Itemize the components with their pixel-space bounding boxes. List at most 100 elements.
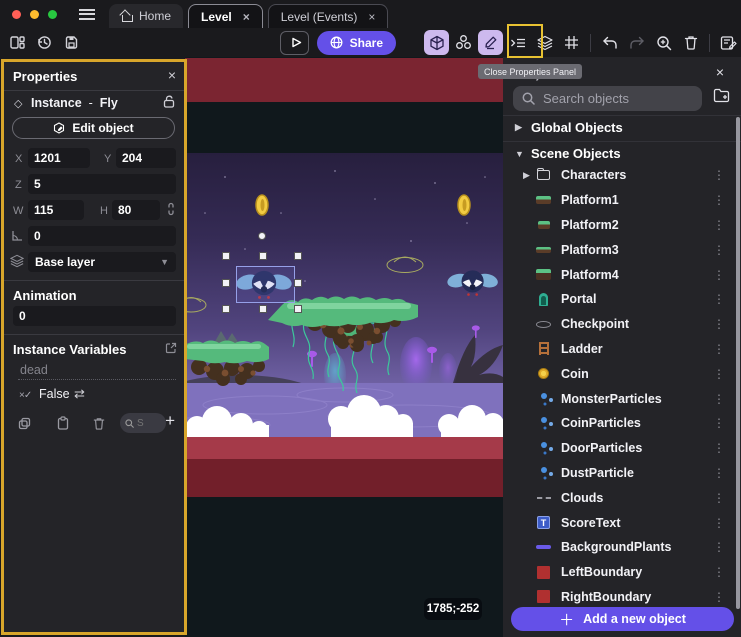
layers-icon[interactable] — [532, 30, 557, 55]
undo-icon[interactable] — [597, 30, 622, 55]
kebab-menu-icon[interactable]: ⋮ — [713, 367, 725, 381]
kebab-menu-icon[interactable]: ⋮ — [713, 565, 725, 579]
selection-rectangle[interactable] — [236, 266, 295, 303]
wireframe-object[interactable] — [185, 298, 206, 313]
kebab-menu-icon[interactable]: ⋮ — [713, 491, 725, 505]
kebab-menu-icon[interactable]: ⋮ — [713, 243, 725, 257]
animation-input[interactable] — [13, 306, 176, 326]
variables-search[interactable] — [120, 413, 166, 433]
object-row-coin[interactable]: Coin ⋮ — [503, 361, 741, 386]
kebab-menu-icon[interactable]: ⋮ — [713, 218, 725, 232]
close-icon[interactable]: × — [368, 10, 375, 24]
objects-scrollbar[interactable] — [736, 117, 740, 609]
x-input[interactable] — [28, 148, 90, 168]
add-folder-icon[interactable] — [713, 88, 730, 103]
coin-sprite[interactable] — [256, 195, 268, 215]
object-row-leftboundary[interactable]: LeftBoundary ⋮ — [503, 560, 741, 585]
group-scene-objects[interactable]: ▼ Scene Objects — [503, 141, 741, 165]
variable-name[interactable]: dead — [20, 363, 48, 377]
tab-home[interactable]: Home — [109, 4, 183, 28]
close-icon[interactable]: × — [168, 67, 176, 83]
edit-object-button[interactable]: Edit object — [12, 117, 175, 139]
close-icon[interactable]: × — [243, 10, 250, 24]
tab-level[interactable]: Level × — [188, 4, 263, 28]
object-row-platform2[interactable]: Platform2 ⋮ — [503, 213, 741, 238]
edit-properties-icon[interactable] — [478, 30, 503, 55]
window-minimize-button[interactable] — [30, 10, 39, 19]
resize-handle-se[interactable] — [294, 305, 302, 313]
trash-icon[interactable] — [678, 30, 703, 55]
zoom-in-icon[interactable] — [651, 30, 676, 55]
object-row-backgroundplants[interactable]: BackgroundPlants ⋮ — [503, 535, 741, 560]
coin-sprite[interactable] — [458, 195, 470, 215]
notes-icon[interactable] — [716, 30, 741, 55]
y-input[interactable] — [116, 148, 176, 168]
kebab-menu-icon[interactable]: ⋮ — [713, 268, 725, 282]
object-row-doorparticles[interactable]: DoorParticles ⋮ — [503, 436, 741, 461]
object-row-rightboundary[interactable]: RightBoundary ⋮ — [503, 585, 741, 610]
save-icon[interactable] — [59, 31, 83, 55]
object-row-monsterparticles[interactable]: MonsterParticles ⋮ — [503, 386, 741, 411]
kebab-menu-icon[interactable]: ⋮ — [713, 516, 725, 530]
kebab-menu-icon[interactable]: ⋮ — [713, 416, 725, 430]
grid-icon[interactable] — [559, 30, 584, 55]
object-row-scoretext[interactable]: ScoreText ⋮ — [503, 510, 741, 535]
object-row-ladder[interactable]: Ladder ⋮ — [503, 337, 741, 362]
objects-search[interactable] — [513, 86, 702, 111]
kebab-menu-icon[interactable]: ⋮ — [713, 540, 725, 554]
layer-select[interactable]: Base layer ▼ — [28, 252, 176, 272]
kebab-menu-icon[interactable]: ⋮ — [713, 292, 725, 306]
scene-canvas[interactable]: 1785;-252 — [185, 57, 503, 637]
menu-icon[interactable] — [79, 9, 95, 20]
kebab-menu-icon[interactable]: ⋮ — [713, 441, 725, 455]
resize-handle-sw[interactable] — [222, 305, 230, 313]
wireframe-object[interactable] — [387, 257, 423, 273]
redo-icon[interactable] — [624, 30, 649, 55]
window-close-button[interactable] — [12, 10, 21, 19]
add-object-button[interactable]: ＋ Add a new object — [511, 607, 734, 631]
window-zoom-button[interactable] — [48, 10, 57, 19]
kebab-menu-icon[interactable]: ⋮ — [713, 317, 725, 331]
variable-value[interactable]: False — [39, 387, 70, 401]
instances-icon[interactable] — [451, 30, 476, 55]
object-row-dustparticle[interactable]: DustParticle ⋮ — [503, 461, 741, 486]
group-global-objects[interactable]: ▶ Global Objects — [503, 115, 741, 139]
kebab-menu-icon[interactable]: ⋮ — [713, 590, 725, 604]
trash-icon[interactable] — [93, 417, 105, 430]
objects-search-input[interactable] — [543, 91, 673, 106]
toggle-value-icon[interactable]: ⇄ — [74, 386, 85, 402]
height-input[interactable] — [112, 200, 160, 220]
copy-icon[interactable] — [18, 417, 31, 430]
width-input[interactable] — [28, 200, 84, 220]
preview-button[interactable]: Preview ▼ — [280, 31, 309, 55]
object-row-portal[interactable]: Portal ⋮ — [503, 287, 741, 312]
object-list-icon[interactable] — [505, 30, 530, 55]
chevron-right-icon[interactable]: ▶ — [523, 170, 535, 181]
object-row-platform4[interactable]: Platform4 ⋮ — [503, 262, 741, 287]
angle-input[interactable] — [28, 226, 176, 246]
share-button[interactable]: Share — [317, 31, 396, 55]
resize-handle-n[interactable] — [259, 252, 267, 260]
link-dimensions-icon[interactable] — [166, 202, 176, 216]
kebab-menu-icon[interactable]: ⋮ — [713, 392, 725, 406]
object-row-checkpoint[interactable]: Checkpoint ⋮ — [503, 312, 741, 337]
resize-handle-s[interactable] — [259, 305, 267, 313]
resize-handle-w[interactable] — [222, 279, 230, 287]
kebab-menu-icon[interactable]: ⋮ — [713, 342, 725, 356]
object-row-platform3[interactable]: Platform3 ⋮ — [503, 237, 741, 262]
add-variable-button[interactable]: + — [165, 411, 175, 431]
history-icon[interactable] — [32, 31, 56, 55]
object-row-platform1[interactable]: Platform1 ⋮ — [503, 188, 741, 213]
tab-level-events[interactable]: Level (Events) × — [268, 4, 389, 28]
resize-handle-nw[interactable] — [222, 252, 230, 260]
resize-handle-e[interactable] — [294, 279, 302, 287]
close-icon[interactable]: × — [716, 64, 724, 80]
unlock-icon[interactable] — [163, 95, 175, 108]
z-input[interactable] — [28, 174, 176, 194]
3d-view-icon[interactable] — [424, 30, 449, 55]
rotation-handle[interactable] — [258, 232, 266, 240]
resize-handle-ne[interactable] — [294, 252, 302, 260]
paste-icon[interactable] — [57, 416, 69, 430]
kebab-menu-icon[interactable]: ⋮ — [713, 168, 725, 182]
kebab-menu-icon[interactable]: ⋮ — [713, 193, 725, 207]
